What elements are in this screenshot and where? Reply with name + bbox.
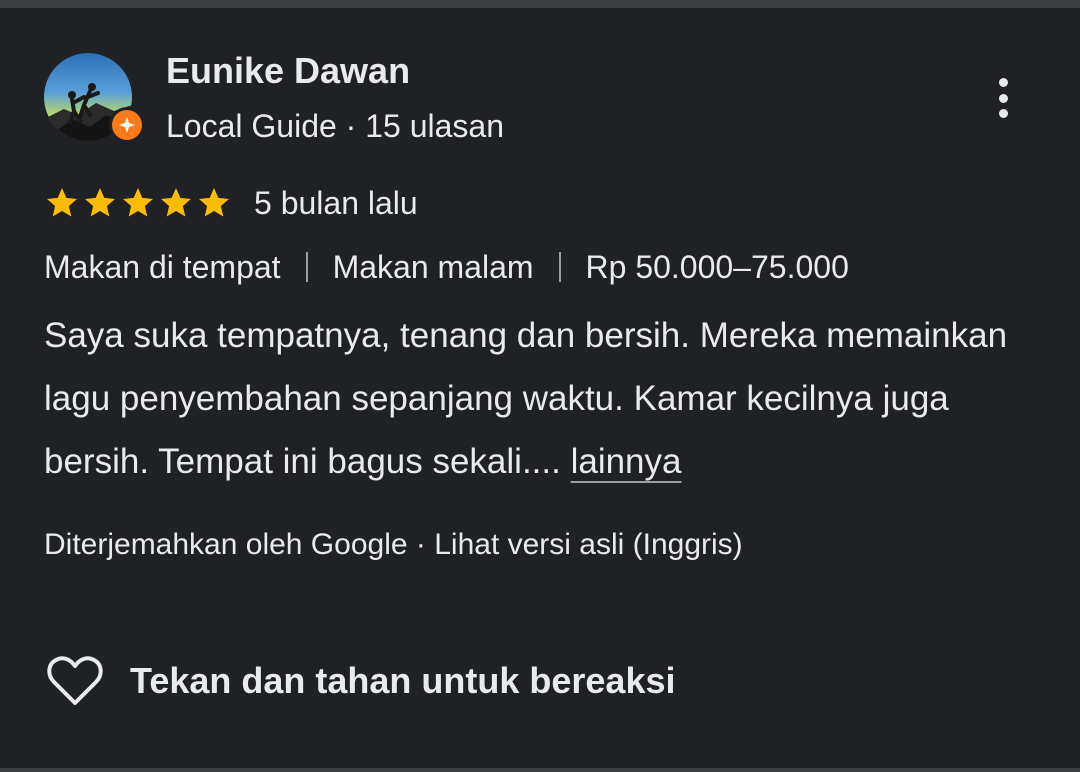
react-button[interactable]: Tekan dan tahan untuk bereaksi xyxy=(46,650,675,712)
top-divider xyxy=(0,0,1080,8)
more-options-button[interactable] xyxy=(983,74,1023,122)
more-vert-icon xyxy=(998,78,1008,87)
bottom-divider xyxy=(0,768,1080,772)
tag-separator xyxy=(305,252,308,282)
review-text: Saya suka tempatnya, tenang dan bersih. … xyxy=(44,304,1044,493)
local-guide-badge xyxy=(109,107,145,143)
star-icon xyxy=(85,188,115,217)
translation-prefix: Diterjemahkan oleh Google · xyxy=(44,528,435,561)
star-icon xyxy=(199,188,229,217)
star-rating xyxy=(44,185,232,221)
visit-tag: Makan di tempat xyxy=(44,248,281,285)
local-guide-star-icon xyxy=(112,110,142,140)
read-more-link[interactable]: lainnya xyxy=(571,442,682,481)
more-vert-dot xyxy=(998,93,1008,103)
reviewer-name[interactable]: Eunike Dawan xyxy=(166,50,410,92)
review-body: Saya suka tempatnya, tenang dan bersih. … xyxy=(44,316,1008,481)
visit-tag: Makan malam xyxy=(332,248,534,285)
tag-separator xyxy=(558,252,561,282)
reviewer-meta: Local Guide · 15 ulasan xyxy=(166,108,504,144)
visit-tag: Rp 50.000–75.000 xyxy=(585,248,849,285)
rating-row: 5 bulan lalu xyxy=(44,181,418,225)
more-vert-dot xyxy=(998,109,1008,118)
translation-note: Diterjemahkan oleh Google · Lihat versi … xyxy=(44,528,743,562)
visit-tags: Makan di tempat Makan malam Rp 50.000–75.0… xyxy=(44,246,849,288)
heart-outline-icon xyxy=(47,656,103,705)
star-icon xyxy=(123,188,153,217)
star-icon xyxy=(47,188,77,217)
react-label: Tekan dan tahan untuk bereaksi xyxy=(130,660,676,701)
star-icon xyxy=(161,188,191,217)
view-original-link[interactable]: Lihat versi asli (Inggris) xyxy=(434,528,742,561)
review-date: 5 bulan lalu xyxy=(254,184,418,221)
